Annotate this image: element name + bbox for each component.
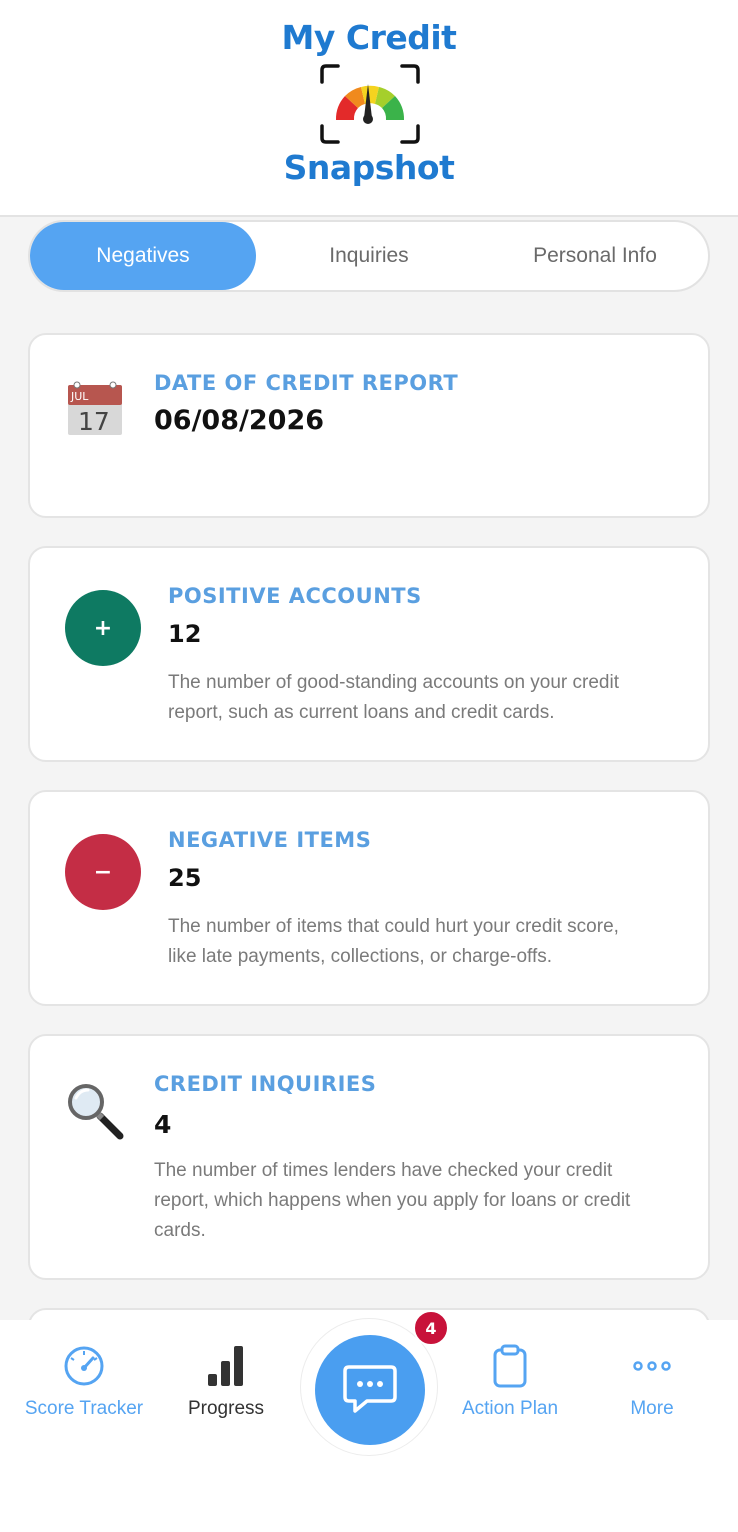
clipboard-icon xyxy=(493,1344,527,1388)
report-date-value: 06/08/2026 xyxy=(154,405,325,436)
calendar-day: 17 xyxy=(78,407,110,436)
speedometer-icon xyxy=(64,1346,104,1386)
card-description-line: report, which happens when you apply for… xyxy=(154,1190,631,1211)
nav-label: Score Tracker xyxy=(24,1398,144,1419)
card-description-line: cards. xyxy=(154,1220,206,1241)
card-title: CREDIT INQUIRIES xyxy=(154,1072,377,1096)
card-title: POSITIVE ACCOUNTS xyxy=(168,584,422,608)
tab-inquiries[interactable]: Inquiries xyxy=(256,222,482,290)
positive-accounts-card: + POSITIVE ACCOUNTS 12 The number of goo… xyxy=(28,546,710,762)
card-title: NEGATIVE ITEMS xyxy=(168,828,372,852)
app-header: My Credit Snapshot xyxy=(0,0,738,217)
chat-button[interactable] xyxy=(315,1335,425,1445)
nav-action-plan[interactable]: Action Plan xyxy=(436,1320,584,1430)
date-of-report-card: JUL 17 DATE OF CREDIT REPORT 06/08/2026 xyxy=(28,333,710,518)
card-title: DATE OF CREDIT REPORT xyxy=(154,371,459,395)
logo-title-bottom: Snapshot xyxy=(283,148,455,187)
credit-inquiries-count: 4 xyxy=(154,1110,172,1139)
card-description-line: The number of good-standing accounts on … xyxy=(168,672,619,693)
more-dots-icon xyxy=(633,1361,671,1371)
card-description-line: like late payments, collections, or char… xyxy=(168,946,553,967)
calendar-icon: JUL 17 xyxy=(68,381,122,436)
bar-chart-icon xyxy=(208,1346,243,1386)
card-description-line: The number of items that could hurt your… xyxy=(168,916,619,937)
nav-score-tracker[interactable]: Score Tracker xyxy=(10,1320,158,1430)
nav-progress[interactable]: Progress xyxy=(152,1320,300,1430)
tab-negatives[interactable]: Negatives xyxy=(30,222,256,290)
nav-label: More xyxy=(630,1398,674,1419)
minus-icon: − xyxy=(65,834,141,910)
chat-bubble-icon xyxy=(343,1365,397,1413)
tab-personal-info[interactable]: Personal Info xyxy=(482,222,708,290)
calendar-month: JUL xyxy=(70,390,89,403)
negative-items-count: 25 xyxy=(168,864,202,892)
nav-label: Progress xyxy=(187,1398,265,1419)
chat-notification-badge: 4 xyxy=(413,1310,449,1346)
plus-icon: + xyxy=(65,590,141,666)
segment-tabs: Negatives Inquiries Personal Info xyxy=(28,220,710,292)
nav-more[interactable]: More xyxy=(578,1320,726,1430)
nav-label: Action Plan xyxy=(461,1398,559,1419)
card-description-line: report, such as current loans and credit… xyxy=(168,702,555,723)
credit-inquiries-card: CREDIT INQUIRIES 4 The number of times l… xyxy=(28,1034,710,1280)
positive-accounts-count: 12 xyxy=(168,620,202,648)
card-description-line: The number of times lenders have checked… xyxy=(154,1160,613,1181)
credit-gauge-logo-icon xyxy=(320,64,420,144)
magnifier-icon xyxy=(68,1084,124,1140)
logo-title-top: My Credit xyxy=(281,18,457,57)
negative-items-card: − NEGATIVE ITEMS 25 The number of items … xyxy=(28,790,710,1006)
